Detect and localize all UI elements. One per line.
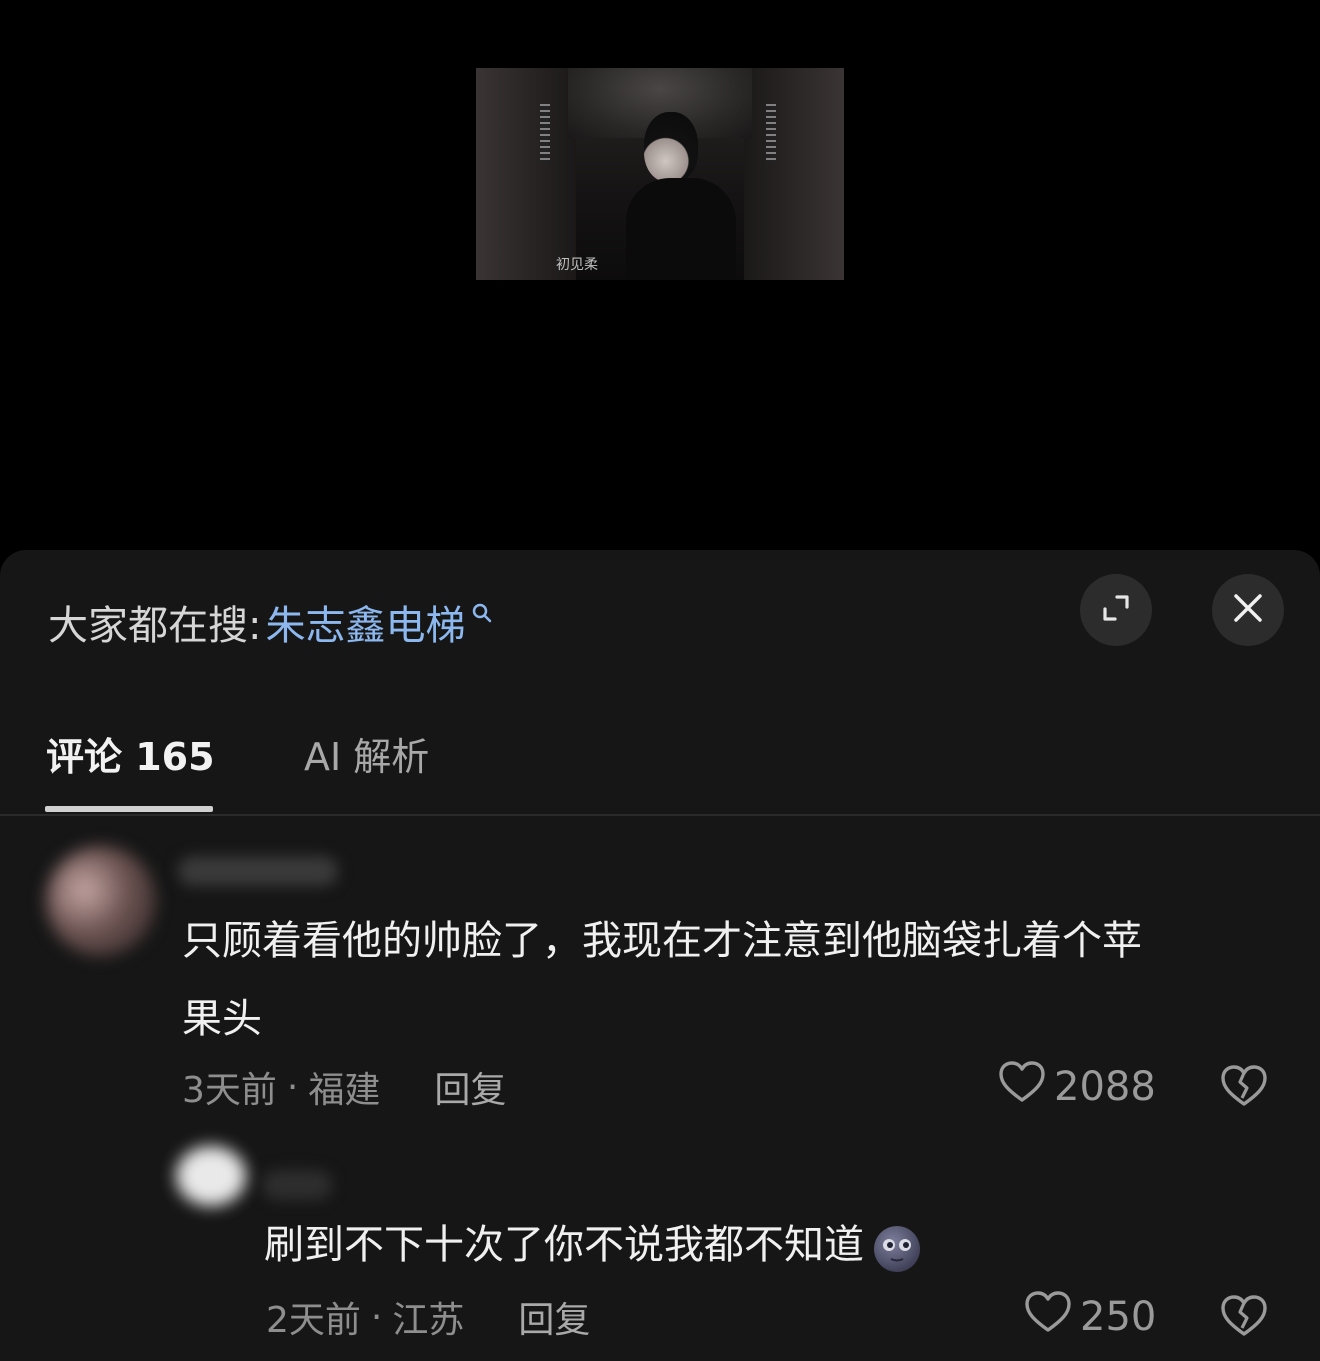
reply-button[interactable]: 回复 bbox=[518, 1291, 590, 1343]
like-count: 2088 bbox=[1054, 1064, 1156, 1110]
video-watermark: 初见柔 bbox=[556, 257, 598, 273]
comment-location: 江苏 bbox=[392, 1300, 465, 1341]
comment-tabs: 评论 165 AI 解析 bbox=[0, 712, 1320, 816]
trending-search[interactable]: 大家都在搜: 朱志鑫电梯 bbox=[48, 594, 493, 650]
active-tab-indicator bbox=[45, 806, 213, 812]
comment-meta: 2天前 · 江苏 回复 bbox=[266, 1292, 590, 1342]
new-moon-face-emoji bbox=[872, 1222, 922, 1272]
dislike-button[interactable] bbox=[1220, 1294, 1268, 1342]
meta-separator: · bbox=[370, 1296, 383, 1338]
meta-separator: · bbox=[286, 1066, 299, 1108]
video-area[interactable]: 初见柔 bbox=[0, 0, 1320, 550]
person-body bbox=[626, 178, 736, 280]
heart-icon bbox=[998, 1060, 1046, 1114]
reply-button[interactable]: 回复 bbox=[434, 1061, 506, 1113]
like-count: 250 bbox=[1080, 1294, 1157, 1340]
elevator-left-wall bbox=[476, 68, 576, 280]
person-figure bbox=[626, 108, 736, 280]
heart-icon bbox=[1024, 1290, 1072, 1344]
elevator-button-panel-left bbox=[540, 104, 550, 164]
comment-time: 3天前 bbox=[182, 1070, 277, 1111]
comment-meta: 3天前 · 福建 回复 bbox=[182, 1062, 506, 1112]
avatar[interactable] bbox=[46, 846, 156, 956]
elevator-right-wall bbox=[744, 68, 844, 280]
username[interactable] bbox=[262, 1170, 332, 1200]
trending-search-term[interactable]: 朱志鑫电梯 bbox=[265, 593, 465, 651]
comment-text-content: 刷到不下十次了你不说我都不知道 bbox=[264, 1222, 864, 1268]
search-icon bbox=[471, 602, 493, 624]
expand-button[interactable] bbox=[1080, 574, 1152, 646]
tab-ai-analysis[interactable]: AI 解析 bbox=[304, 726, 429, 781]
tab-comments[interactable]: 评论 165 bbox=[46, 726, 215, 781]
like-button[interactable]: 2088 bbox=[998, 1060, 1156, 1114]
like-button[interactable]: 250 bbox=[1024, 1290, 1156, 1344]
dislike-button[interactable] bbox=[1220, 1064, 1268, 1112]
comment-time: 2天前 bbox=[266, 1300, 361, 1341]
close-icon bbox=[1232, 592, 1264, 628]
trending-search-prefix: 大家都在搜: bbox=[48, 603, 262, 649]
comment-text: 刷到不下十次了你不说我都不知道 bbox=[264, 1206, 922, 1284]
expand-icon bbox=[1099, 591, 1133, 629]
comment-text-line-1: 只顾着看他的帅脸了，我现在才注意到他脑袋扎着个苹 bbox=[182, 918, 1142, 964]
avatar[interactable] bbox=[176, 1146, 246, 1206]
person-head bbox=[644, 112, 698, 182]
username[interactable] bbox=[178, 856, 338, 886]
elevator-button-panel-right bbox=[766, 104, 776, 164]
comment-location: 福建 bbox=[308, 1070, 381, 1111]
broken-heart-icon bbox=[1220, 1295, 1268, 1342]
close-button[interactable] bbox=[1212, 574, 1284, 646]
video-thumbnail[interactable]: 初见柔 bbox=[476, 68, 844, 280]
comment-text-line-2: 果头 bbox=[182, 996, 262, 1042]
broken-heart-icon bbox=[1220, 1065, 1268, 1112]
